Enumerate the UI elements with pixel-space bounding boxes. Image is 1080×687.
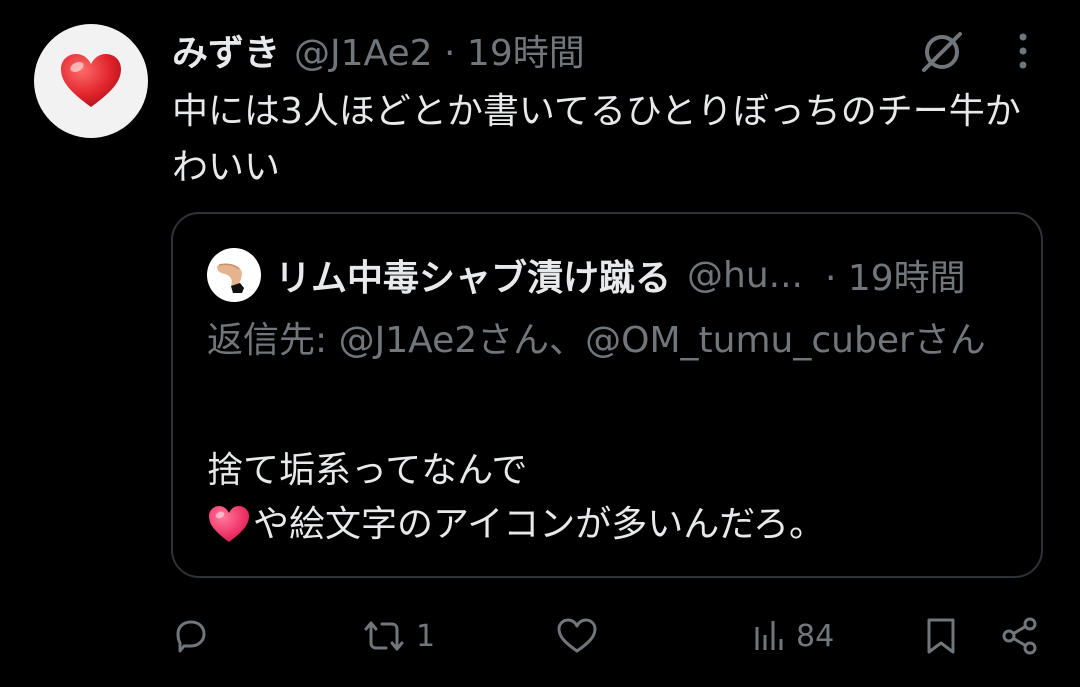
pink-heart-emoji-icon	[209, 506, 249, 542]
quoted-author-handle[interactable]: @hu...	[687, 255, 803, 296]
quoted-text-line2: や絵文字のアイコンが多いんだろ。	[253, 504, 826, 545]
quoted-text-line1: 捨て垢系ってなんで	[207, 450, 528, 491]
quoted-tweet-card[interactable]: リム中毒シャブ漬け蹴る @hu... · 19時間 返信先: @J1Ae2さん、…	[171, 212, 1043, 578]
quoted-tweet-time[interactable]: · 19時間	[825, 249, 966, 301]
quoted-author-name[interactable]: リム中毒シャブ漬け蹴る	[275, 249, 671, 301]
bookmark-icon	[927, 618, 955, 654]
grok-icon[interactable]	[918, 28, 966, 76]
leg-icon	[217, 263, 244, 293]
like-icon	[557, 618, 597, 653]
reply-button[interactable]	[172, 604, 218, 668]
quoted-tweet-header: リム中毒シャブ漬け蹴る @hu... · 19時間	[207, 248, 1027, 302]
avatar[interactable]	[34, 24, 148, 138]
tweet-header: みずき @J1Ae2 · 19時間	[172, 26, 585, 74]
share-button[interactable]	[1000, 604, 1040, 668]
heart-icon	[61, 54, 121, 107]
reply-icon	[176, 620, 206, 653]
quoted-tweet-text: 捨て垢系ってなんで や絵文字のアイコンが多いんだろ。	[207, 444, 1007, 552]
action-bar: 1 84	[0, 604, 1080, 668]
share-icon	[1002, 617, 1037, 655]
bookmark-button[interactable]	[924, 604, 958, 668]
like-button[interactable]	[556, 604, 606, 668]
more-options-icon[interactable]	[1006, 30, 1040, 74]
retweet-button[interactable]: 1	[360, 604, 435, 668]
reply-to-line[interactable]: 返信先: @J1Ae2さん、@OM_tumu_cuberさん	[207, 314, 1007, 368]
views-icon	[755, 621, 783, 650]
retweet-count: 1	[416, 618, 436, 654]
tweet-text: 中には3人ほどとか書いてるひとりぼっちのチー牛かわいい	[172, 91, 1021, 188]
retweet-icon	[364, 621, 404, 651]
author-handle-time[interactable]: @J1Ae2 · 19時間	[294, 24, 585, 76]
views-button[interactable]: 84	[752, 604, 834, 668]
author-name[interactable]: みずき	[172, 24, 280, 76]
views-count: 84	[796, 618, 835, 654]
quoted-avatar[interactable]	[207, 248, 261, 302]
